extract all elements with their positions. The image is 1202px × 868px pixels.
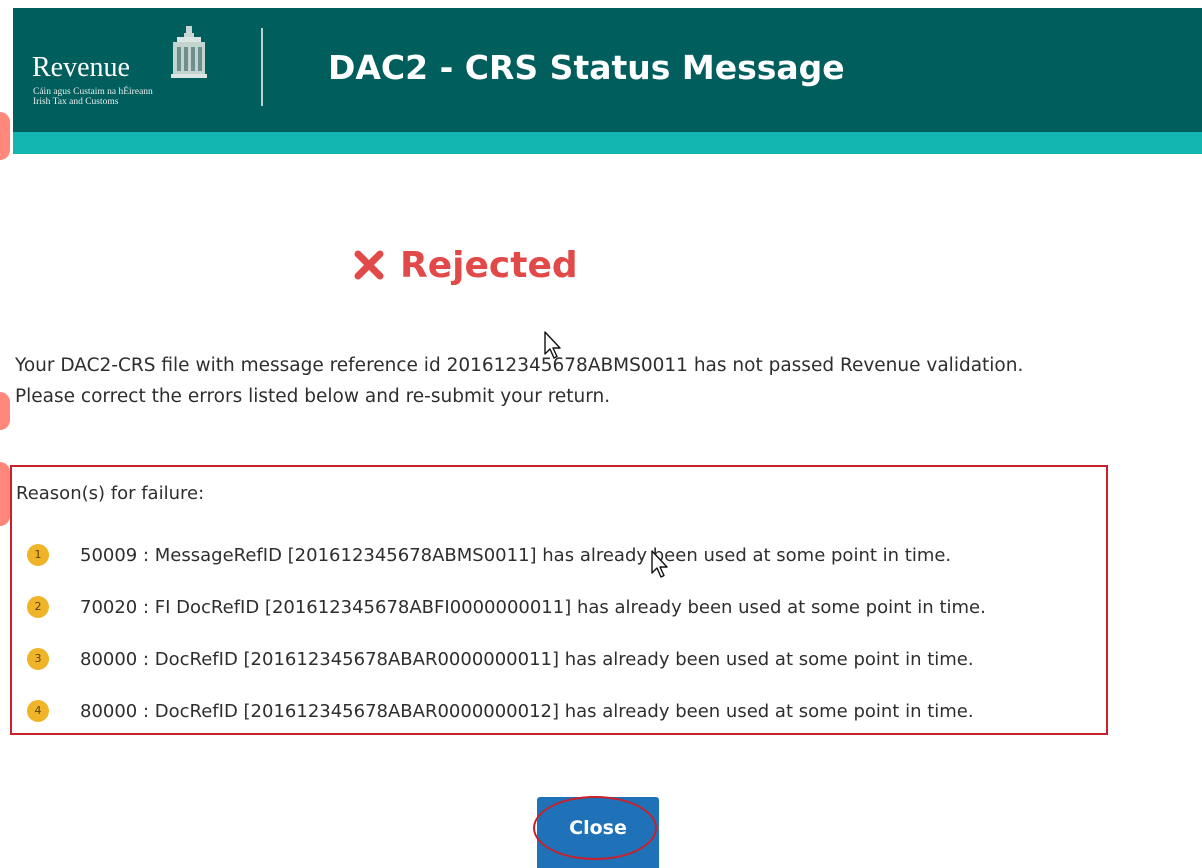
close-button[interactable]: Close	[537, 797, 659, 868]
header-banner: Revenue Cáin agus Custaim na hÉireann Ir…	[13, 8, 1202, 132]
edge-annotation-mark	[0, 112, 10, 160]
revenue-logo: Revenue Cáin agus Custaim na hÉireann Ir…	[32, 24, 232, 124]
reason-number-badge: 3	[27, 648, 49, 670]
edge-annotation-mark	[0, 392, 10, 430]
status-message-page: Revenue Cáin agus Custaim na hÉireann Ir…	[0, 0, 1202, 868]
status-indicator: Rejected	[352, 240, 578, 290]
reason-text: 50009 : MessageRefID [201612345678ABMS00…	[80, 544, 952, 566]
reason-number-badge: 2	[27, 596, 49, 618]
reason-text: 70020 : FI DocRefID [201612345678ABFI000…	[80, 596, 986, 618]
x-icon	[354, 250, 384, 280]
reason-text: 80000 : DocRefID [201612345678ABAR000000…	[80, 648, 974, 670]
reasons-heading: Reason(s) for failure:	[16, 483, 205, 504]
edge-annotation-mark	[0, 462, 10, 526]
reason-number-badge: 4	[27, 700, 49, 722]
header-accent-stripe	[13, 132, 1202, 154]
message-line: Your DAC2-CRS file with message referenc…	[15, 355, 1024, 376]
page-header: Revenue Cáin agus Custaim na hÉireann Ir…	[13, 8, 1202, 154]
reason-text: 80000 : DocRefID [201612345678ABAR000000…	[80, 700, 974, 722]
failure-reasons-panel: Reason(s) for failure: 1 50009 : Message…	[10, 465, 1108, 735]
message-line: Please correct the errors listed below a…	[15, 386, 611, 407]
close-button-label: Close	[569, 817, 627, 839]
reason-number-badge: 1	[27, 544, 49, 566]
custom-house-icon	[171, 26, 207, 78]
logo-subtitle: Cáin agus Custaim na hÉireann Irish Tax …	[33, 87, 153, 107]
page-title: DAC2 - CRS Status Message	[328, 48, 845, 87]
logo-wordmark: Revenue	[32, 52, 130, 83]
header-divider	[261, 28, 263, 106]
validation-message: Your DAC2-CRS file with message referenc…	[15, 350, 1195, 412]
status-label: Rejected	[400, 244, 578, 286]
